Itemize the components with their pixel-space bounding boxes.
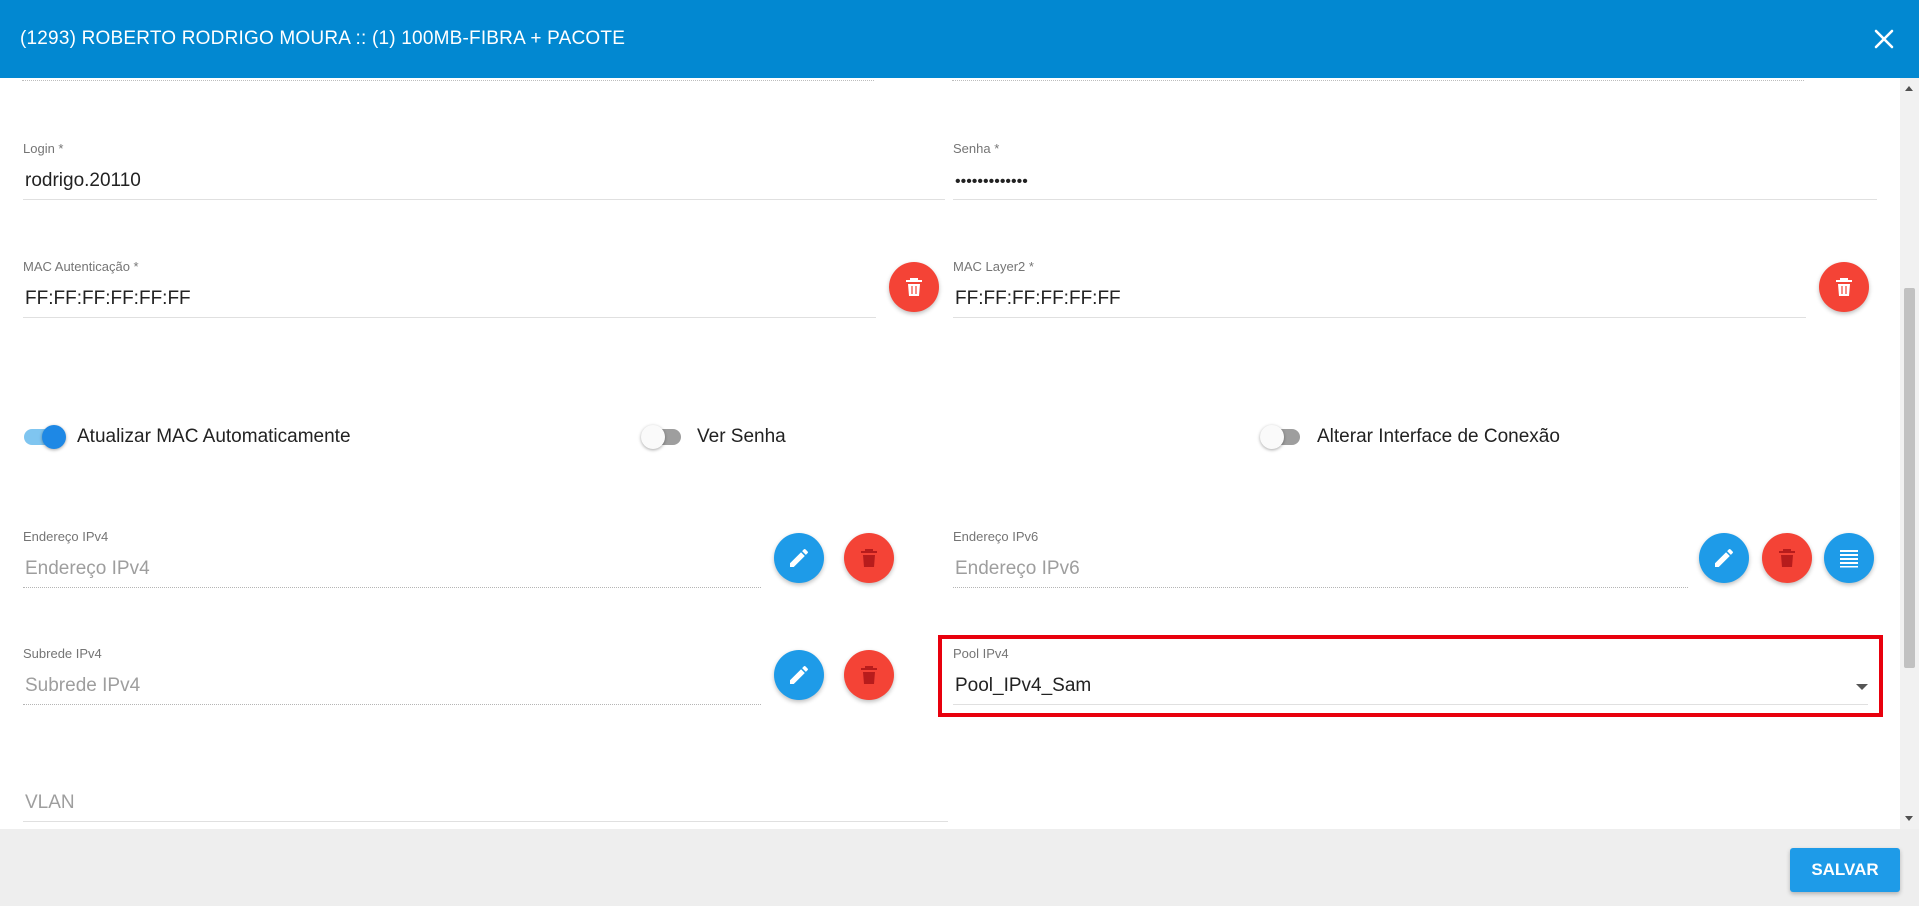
alterar-interface-label: Alterar Interface de Conexão [1317, 426, 1560, 447]
dialog-footer: SALVAR [0, 829, 1919, 906]
ipv6-label: Endereço IPv6 [953, 529, 1039, 544]
vlan-underline [23, 821, 948, 822]
scroll-up-icon[interactable] [1905, 86, 1913, 91]
ipv4-label: Endereço IPv4 [23, 529, 109, 544]
ipv6-underline [953, 587, 1688, 588]
subrede-field[interactable]: Subrede IPv4 Subrede IPv4 [23, 646, 761, 708]
subrede-input[interactable]: Subrede IPv4 [25, 675, 140, 697]
login-field[interactable]: Login * rodrigo.20110 [23, 141, 945, 203]
trash-icon [1779, 549, 1795, 567]
vlan-input[interactable]: VLAN [25, 792, 75, 814]
dialog-header: (1293) ROBERTO RODRIGO MOURA :: (1) 100M… [0, 0, 1919, 78]
senha-label: Senha * [953, 141, 1000, 156]
atualizar-mac-label: Atualizar MAC Automaticamente [77, 426, 351, 447]
mac-layer2-underline [953, 317, 1806, 318]
login-input[interactable]: rodrigo.20110 [25, 170, 141, 192]
ipv6-input[interactable]: Endereço IPv6 [955, 558, 1080, 580]
list-icon [1840, 550, 1858, 568]
ver-senha-label: Ver Senha [697, 426, 786, 447]
delete-mac-autenticacao-button[interactable] [889, 262, 939, 312]
mac-autenticacao-field[interactable]: MAC Autenticação * FF:FF:FF:FF:FF:FF [23, 259, 876, 321]
alterar-interface-toggle[interactable] [1260, 422, 1306, 452]
list-ipv6-button[interactable] [1824, 533, 1874, 583]
pencil-icon [1715, 548, 1733, 567]
senha-field[interactable]: Senha * ••••••••••••• [953, 141, 1877, 203]
trash-icon [1836, 278, 1852, 296]
login-label: Login * [23, 141, 64, 156]
close-icon[interactable] [1869, 24, 1899, 54]
pencil-icon [790, 548, 808, 567]
senha-input[interactable]: ••••••••••••• [955, 173, 1028, 191]
scroll-down-icon[interactable] [1905, 816, 1913, 821]
scrolled-field-underline [952, 80, 1804, 81]
vlan-field[interactable]: VLAN [23, 763, 948, 825]
ipv4-input[interactable]: Endereço IPv4 [25, 558, 150, 580]
pool-ipv4-highlight [938, 635, 1883, 717]
atualizar-mac-toggle[interactable] [22, 422, 68, 452]
edit-subrede-button[interactable] [774, 650, 824, 700]
trash-icon [861, 549, 877, 567]
mac-layer2-field[interactable]: MAC Layer2 * FF:FF:FF:FF:FF:FF [953, 259, 1806, 321]
subrede-label: Subrede IPv4 [23, 646, 102, 661]
delete-ipv6-button[interactable] [1762, 533, 1812, 583]
dialog-title: (1293) ROBERTO RODRIGO MOURA :: (1) 100M… [20, 28, 626, 49]
save-button[interactable]: SALVAR [1790, 848, 1900, 892]
ipv4-field[interactable]: Endereço IPv4 Endereço IPv4 [23, 529, 761, 591]
subrede-underline [23, 704, 761, 705]
edit-ipv6-button[interactable] [1699, 533, 1749, 583]
scrollbar[interactable] [1900, 78, 1919, 829]
senha-underline [953, 199, 1877, 200]
ipv6-field[interactable]: Endereço IPv6 Endereço IPv6 [953, 529, 1688, 591]
login-underline [23, 199, 945, 200]
pencil-icon [790, 665, 808, 684]
delete-subrede-button[interactable] [844, 650, 894, 700]
scroll-thumb[interactable] [1904, 288, 1915, 668]
ver-senha-toggle[interactable] [641, 422, 687, 452]
delete-ipv4-button[interactable] [844, 533, 894, 583]
mac-layer2-label: MAC Layer2 * [953, 259, 1034, 274]
mac-autenticacao-label: MAC Autenticação * [23, 259, 139, 274]
edit-ipv4-button[interactable] [774, 533, 824, 583]
mac-autenticacao-underline [23, 317, 876, 318]
mac-layer2-input[interactable]: FF:FF:FF:FF:FF:FF [955, 288, 1121, 310]
delete-mac-layer2-button[interactable] [1819, 262, 1869, 312]
ipv4-underline [23, 587, 761, 588]
trash-icon [906, 278, 922, 296]
scrolled-field-underline [22, 80, 874, 81]
trash-icon [861, 666, 877, 684]
mac-autenticacao-input[interactable]: FF:FF:FF:FF:FF:FF [25, 288, 191, 310]
